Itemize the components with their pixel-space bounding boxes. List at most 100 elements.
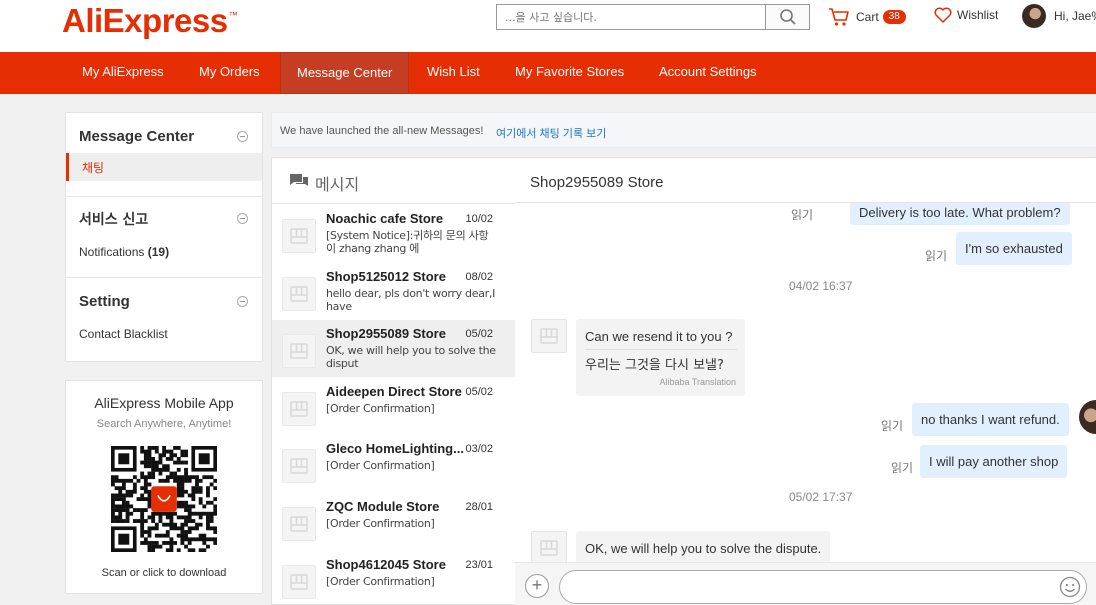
conversation-item[interactable]: Aideepen Direct Store 05/02 [Order Confirm… [272,378,515,435]
conversation-name: Shop2955089 Store [326,326,446,341]
nav-my-aliexpress[interactable]: My AliExpress [82,52,164,94]
message-center-heading: Message Center [79,128,195,145]
cart-link[interactable]: Cart 38 [828,7,906,27]
aliexpress-logo[interactable]: AliExpress™ [62,2,238,40]
conversation-item[interactable]: Shop5125012 Store 08/02 hello dear, pls do… [272,263,515,320]
conversation-list: 메시지 Noachic cafe Store 10/02 [System Notic… [271,157,516,605]
conversation-item[interactable]: ZQC Module Store 28/01 [Order Confirmation… [272,493,515,550]
user-menu[interactable]: Hi, Jae% [1022,4,1096,28]
search-icon [779,9,796,25]
conversation-item[interactable]: Shop2955089 Store 05/02 OK, we will help y… [272,320,515,377]
store-avatar [282,219,316,253]
nav-message-center[interactable]: Message Center [280,52,409,94]
store-icon [290,574,308,590]
conversation-preview: [Order Confirmation] [326,517,435,530]
message-thread[interactable]: 읽기 Delivery is too late. What problem? 읽… [515,203,1096,563]
message-translation: 우리는 그것을 다시 보낼? [585,358,724,373]
store-icon [290,286,308,302]
conversation-item[interactable]: Gleco HomeLighting... 03/02 [Order Confirm… [272,435,515,492]
cart-label: Cart [856,10,879,24]
message-bubble-sent: I will pay another shop [920,445,1068,478]
sidebar-item-notifications[interactable]: Notifications (19) [79,245,169,259]
message-timestamp: 04/02 16:37 [789,279,853,293]
nav-my-orders[interactable]: My Orders [199,52,260,94]
nav-account-settings[interactable]: Account Settings [659,52,757,94]
nav-favorite-stores[interactable]: My Favorite Stores [515,52,624,94]
notifications-label: Notifications [79,245,145,259]
message-composer: + [515,562,1096,605]
notifications-count: (19) [147,245,170,259]
emoji-icon[interactable] [1059,576,1081,598]
translation-note: Alibaba Translation [659,377,736,387]
user-avatar [1022,4,1046,28]
top-header: AliExpress™ Cart 38 Wishlist Hi, Jae% [0,0,1096,52]
conversation-item[interactable]: Shop4612045 Store 23/01 [Order Confirmatio… [272,551,515,605]
mobile-app-promo[interactable]: AliExpress Mobile App Search Anywhere, A… [65,380,263,594]
divider [66,196,262,197]
search-input[interactable] [497,5,767,29]
conversation-preview: hello dear, pls don't worry dear,I have [326,287,496,313]
main-nav: My AliExpress My Orders Message Center W… [0,52,1096,94]
conversation-name: Shop5125012 Store [326,269,446,284]
conversation-date: 08/02 [465,271,493,283]
message-bubble-received: OK, we will help you to solve the disput… [576,531,831,563]
conversation-preview: OK, we will help you to solve the disput [326,344,496,370]
conversation-date: 10/02 [465,213,493,225]
read-status: 읽기 [881,419,904,433]
collapse-toggle-icon[interactable] [237,213,248,224]
conversation-date: 05/02 [465,386,493,398]
message-timestamp: 05/02 17:37 [789,490,853,504]
store-avatar [282,507,316,541]
app-promo-subtitle: Search Anywhere, Anytime! [96,418,232,430]
chat-panel: Shop2955089 Store 읽기 Delivery is too lat… [515,157,1096,605]
conversation-name: ZQC Module Store [326,499,440,514]
service-report-heading: 서비스 신고 [79,212,149,228]
conversation-preview: [Order Confirmation] [326,459,435,472]
store-avatar [282,565,316,599]
chat-label: 채팅 [82,161,105,175]
chat-history-link[interactable]: 여기에서 채팅 기록 보기 [496,125,606,141]
message-bubble-received: Can we resend it to you ? 우리는 그것을 다시 보낼?… [576,319,745,396]
message-bubble-sent: Delivery is too late. What problem? [850,203,1070,225]
user-greeting: Hi, Jae% [1054,9,1096,23]
read-status: 읽기 [791,208,814,222]
message-text: Can we resend it to you ? [585,329,733,344]
store-icon [290,516,308,532]
store-avatar [282,277,316,311]
message-bubble-sent: no thanks I want refund. [912,403,1069,436]
store-avatar [282,392,316,426]
store-icon [540,540,558,556]
wishlist-link[interactable]: Wishlist [934,7,998,23]
conversation-date: 28/01 [465,501,493,513]
app-promo-title: AliExpress Mobile App [94,395,234,411]
conversation-item[interactable]: Noachic cafe Store 10/02 [System Notice]:귀… [272,205,515,262]
cart-icon [829,8,849,26]
read-status: 읽기 [925,249,948,263]
new-messages-banner: We have launched the all-new Messages! 여… [271,112,1096,148]
setting-heading: Setting [79,293,130,310]
conversation-name: Gleco HomeLighting... [326,441,464,456]
conversation-name: Aideepen Direct Store [326,384,462,399]
user-avatar [1079,400,1096,434]
app-download-text: Scan or click to download [101,567,227,579]
divider [66,277,262,278]
nav-wish-list[interactable]: Wish List [427,52,480,94]
logo-text: AliExpress [62,2,228,39]
message-input[interactable] [559,570,1087,604]
conversation-date: 03/02 [465,443,493,455]
sidebar-item-chat[interactable]: 채팅 [66,153,262,181]
attach-plus-button[interactable]: + [525,574,549,598]
store-icon [290,401,308,417]
collapse-toggle-icon[interactable] [237,296,248,307]
divider [585,349,737,350]
cart-count-badge: 38 [882,10,906,24]
sidebar-item-contact-blacklist[interactable]: Contact Blacklist [79,327,168,341]
banner-text: We have launched the all-new Messages! [280,125,484,137]
chat-bubbles-icon [290,174,308,186]
read-status: 읽기 [891,461,914,475]
collapse-toggle-icon[interactable] [237,131,248,142]
search-button[interactable] [765,5,809,29]
store-icon [290,343,308,359]
store-icon [290,458,308,474]
qr-code-icon[interactable] [111,446,217,552]
